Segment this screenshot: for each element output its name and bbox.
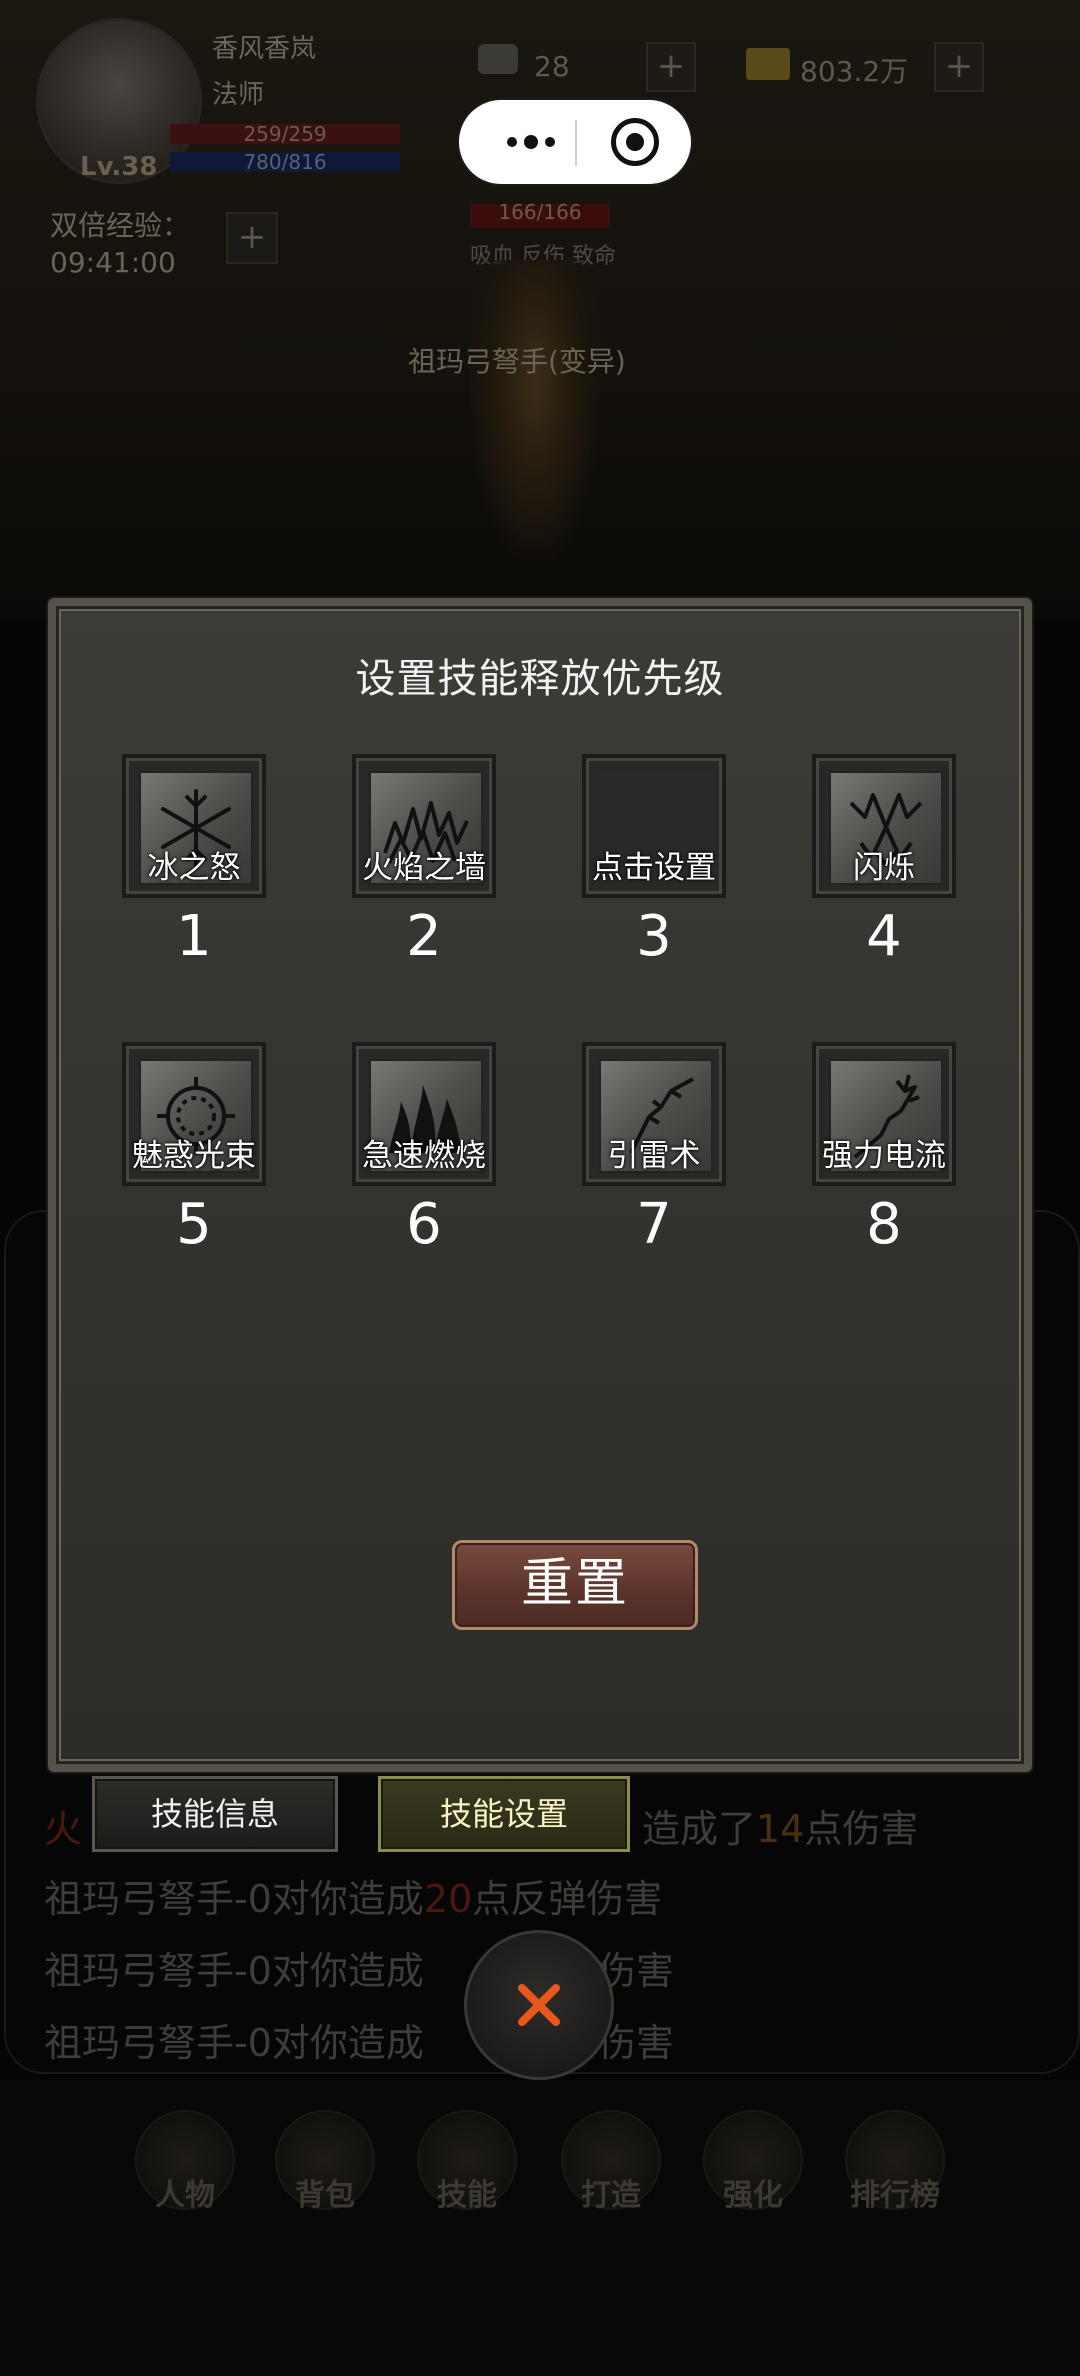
skill-priority-dialog: 设置技能释放优先级 冰之怒 1 火焰之墙 2 点击设置 3 闪烁 4 魅惑光束 …	[48, 598, 1032, 1772]
player-level: Lv.38	[80, 152, 158, 182]
priority-number: 8	[866, 1192, 902, 1257]
capsule-divider	[575, 120, 577, 166]
nav-item-character[interactable]: 人物	[130, 2110, 240, 2214]
skill-slot-2[interactable]: 火焰之墙 2	[286, 754, 516, 984]
player-mp-text: 780/816	[243, 150, 327, 174]
gold-count: 803.2万	[800, 55, 909, 88]
nav-label: 强化	[723, 2178, 783, 2213]
gold-add-button[interactable]: +	[934, 42, 984, 92]
nav-label: 人物	[155, 2178, 215, 2213]
nav-item-ranking[interactable]: 排行榜	[840, 2110, 950, 2214]
skill-name: 强力电流	[822, 1138, 946, 1174]
skill-slot-3[interactable]: 点击设置 3	[516, 754, 746, 984]
double-exp-label: 双倍经验：	[50, 209, 191, 242]
player-name: 香风香岚	[212, 34, 317, 64]
tab-skill-info[interactable]: 技能信息	[92, 1776, 338, 1852]
player-class: 法师	[212, 80, 265, 110]
skill-slot-6[interactable]: 急速燃烧 6	[286, 1042, 516, 1272]
priority-number: 4	[866, 904, 902, 969]
nav-item-skill[interactable]: 技能	[412, 2110, 522, 2214]
skill-slot-7[interactable]: 引雷术 7	[516, 1042, 746, 1272]
nav-item-forge[interactable]: 打造	[556, 2110, 666, 2214]
mini-program-capsule	[457, 98, 693, 186]
double-exp-timer: 09:41:00	[50, 246, 176, 279]
close-mini-program-icon[interactable]	[611, 118, 659, 166]
gold-icon	[746, 48, 790, 80]
log-line: 祖玛弓弩手-0对你造成20点反弹伤害	[44, 1877, 663, 1921]
double-exp-add-button[interactable]: +	[226, 212, 278, 264]
nav-item-enhance[interactable]: 强化	[698, 2110, 808, 2214]
skill-slot-4[interactable]: 闪烁 4	[746, 754, 976, 984]
nav-label: 打造	[581, 2178, 641, 2213]
skill-slot-1[interactable]: 冰之怒 1	[56, 754, 286, 984]
enemy-hp-text: 166/166	[498, 200, 582, 224]
gem-add-button[interactable]: +	[646, 42, 696, 92]
reset-button[interactable]: 重置	[452, 1540, 698, 1630]
skill-name: 闪烁	[853, 850, 915, 886]
skill-slot-8[interactable]: 强力电流 8	[746, 1042, 976, 1272]
nav-label: 背包	[295, 2178, 355, 2213]
tab-skill-settings[interactable]: 技能设置	[378, 1776, 630, 1852]
nav-item-bag[interactable]: 背包	[270, 2110, 380, 2214]
close-button[interactable]	[464, 1930, 614, 2080]
gem-count: 28	[534, 50, 570, 83]
player-hp-text: 259/259	[243, 122, 327, 146]
gem-icon	[478, 44, 518, 74]
close-icon	[518, 1984, 560, 2026]
nav-label: 排行榜	[850, 2178, 940, 2213]
nav-label: 技能	[437, 2178, 497, 2213]
dialog-title: 设置技能释放优先级	[355, 656, 725, 702]
skill-slot-5[interactable]: 魅惑光束 5	[56, 1042, 286, 1272]
enemy-sprite	[470, 260, 600, 560]
more-options-icon[interactable]	[489, 100, 573, 184]
enemy-name: 祖玛弓弩手(变异)	[408, 345, 626, 378]
